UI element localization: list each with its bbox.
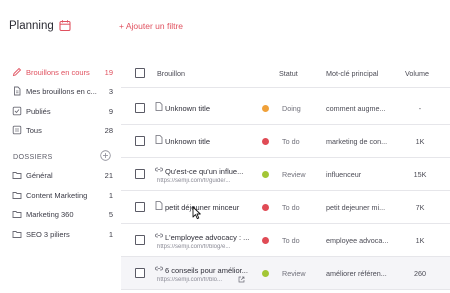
status-label: Review xyxy=(282,170,306,179)
table-row[interactable]: Unknown title To do marketing de con... … xyxy=(121,125,450,158)
row-checkbox[interactable] xyxy=(135,202,145,212)
volume-cell: - xyxy=(418,104,422,113)
sidebar-item-count: 3 xyxy=(108,86,113,96)
status-label: To do xyxy=(282,137,300,146)
draft-title[interactable]: 6 conseils pour amélior... xyxy=(165,266,257,275)
row-checkbox[interactable] xyxy=(135,235,145,245)
sidebar-folder-content-marketing[interactable]: Content Marketing 1 xyxy=(12,187,113,203)
folder-icon xyxy=(12,172,22,179)
sidebar-item-count: 1 xyxy=(108,229,113,239)
sidebar-item-count: 21 xyxy=(104,170,113,180)
status-label: Review xyxy=(282,269,306,278)
link-icon xyxy=(155,233,163,238)
sidebar-folder-seo-3-piliers[interactable]: SEO 3 piliers 1 xyxy=(12,226,113,242)
row-checkbox[interactable] xyxy=(135,169,145,179)
table-row[interactable]: Qu'est-ce qu'un influe... https://semji.… xyxy=(121,158,450,191)
status-dot xyxy=(262,105,269,112)
sidebar-item-all[interactable]: Tous 28 xyxy=(12,122,113,138)
calendar-icon[interactable] xyxy=(59,20,71,31)
column-header-title[interactable]: Brouillon xyxy=(157,69,185,78)
draft-title[interactable]: Unknown title xyxy=(165,137,257,146)
sidebar-item-label: Général xyxy=(26,170,53,180)
table-row[interactable]: 6 conseils pour amélior... https://semji… xyxy=(121,257,450,290)
sidebar-item-label: Brouillons en cours xyxy=(26,67,90,77)
volume-cell: 1K xyxy=(415,236,425,245)
sidebar-item-drafts-in-progress[interactable]: Brouillons en cours 19 xyxy=(12,64,113,80)
keyword-cell: petit dejeuner mi... xyxy=(326,203,386,212)
table-row[interactable]: L'employee advocacy : ... https://semji.… xyxy=(121,224,450,257)
row-checkbox[interactable] xyxy=(135,103,145,113)
row-checkbox[interactable] xyxy=(135,268,145,278)
external-link-icon[interactable] xyxy=(238,276,245,283)
sidebar-item-count: 28 xyxy=(104,125,113,135)
pencil-icon xyxy=(12,67,22,77)
volume-cell: 1K xyxy=(415,137,425,146)
sidebar-item-count: 5 xyxy=(108,209,113,219)
sidebar-item-label: Marketing 360 xyxy=(26,209,74,219)
select-all-checkbox[interactable] xyxy=(135,68,145,78)
draft-title[interactable]: L'employee advocacy : ... xyxy=(165,233,257,242)
folder-icon xyxy=(12,192,22,199)
column-header-keyword[interactable]: Mot-clé principal xyxy=(326,69,378,78)
sidebar-folder-general[interactable]: Général 21 xyxy=(12,167,113,183)
sidebar: Brouillons en cours 19 Mes brouillons en… xyxy=(0,50,120,293)
sidebar-item-my-drafts[interactable]: Mes brouillons en c... 3 xyxy=(12,83,113,99)
mouse-pointer-icon xyxy=(192,206,201,220)
status-dot xyxy=(262,237,269,244)
sidebar-item-label: Content Marketing xyxy=(26,190,88,200)
draft-url[interactable]: https://semji.com/fr/blo... xyxy=(157,277,235,283)
link-icon xyxy=(155,167,163,172)
volume-cell: 260 xyxy=(414,269,426,278)
keyword-cell: influenceur xyxy=(326,170,362,179)
sidebar-item-count: 9 xyxy=(108,106,113,116)
status-dot xyxy=(262,171,269,178)
status-dot xyxy=(262,270,269,277)
check-square-icon xyxy=(12,106,22,116)
column-header-status[interactable]: Statut xyxy=(279,69,298,78)
document-icon xyxy=(155,135,163,144)
document-icon xyxy=(155,201,163,210)
status-dot xyxy=(262,138,269,145)
sidebar-item-label: Mes brouillons en c... xyxy=(26,86,97,96)
draft-title[interactable]: Qu'est-ce qu'un influe... xyxy=(165,167,257,176)
folders-section-title: DOSSIERS xyxy=(13,152,53,161)
sidebar-item-count: 1 xyxy=(108,190,113,200)
add-filter-button[interactable]: + Ajouter un filtre xyxy=(119,21,183,31)
link-icon xyxy=(155,266,163,271)
status-label: To do xyxy=(282,203,300,212)
draft-url[interactable]: https://semji.com/fr/guide/... xyxy=(157,178,245,184)
keyword-cell: marketing de con... xyxy=(326,137,388,146)
row-checkbox[interactable] xyxy=(135,136,145,146)
add-folder-icon[interactable] xyxy=(100,150,111,161)
volume-cell: 15K xyxy=(413,170,427,179)
keyword-cell: améliorer référen... xyxy=(326,269,387,278)
sidebar-item-label: Publiés xyxy=(26,106,51,116)
status-label: To do xyxy=(282,236,300,245)
draft-url[interactable]: https://semji.com/fr/blog/e... xyxy=(157,244,245,250)
folder-icon xyxy=(12,231,22,238)
table-header: Brouillon Statut Mot-clé principal Volum… xyxy=(121,58,450,88)
page-header: Planning + Ajouter un filtre xyxy=(0,0,450,50)
sidebar-item-count: 19 xyxy=(104,67,113,77)
volume-cell: 7K xyxy=(415,203,425,212)
draft-title[interactable]: Unknown title xyxy=(165,104,257,113)
keyword-cell: employee advoca... xyxy=(326,236,389,245)
sidebar-folder-marketing-360[interactable]: Marketing 360 5 xyxy=(12,206,113,222)
status-label: Doing xyxy=(282,104,301,113)
draft-title[interactable]: petit déjeuner minceur xyxy=(165,203,257,212)
page-title: Planning xyxy=(9,20,54,32)
sidebar-item-published[interactable]: Publiés 9 xyxy=(12,103,113,119)
sidebar-item-label: Tous xyxy=(26,125,42,135)
column-header-volume[interactable]: Volume xyxy=(405,69,429,78)
keyword-cell: comment augme... xyxy=(326,104,386,113)
folder-icon xyxy=(12,211,22,218)
drafts-table: Brouillon Statut Mot-clé principal Volum… xyxy=(121,58,450,293)
document-icon xyxy=(155,102,163,111)
sidebar-item-label: SEO 3 piliers xyxy=(26,229,70,239)
document-icon xyxy=(14,86,21,96)
table-row[interactable]: Unknown title Doing comment augme... - xyxy=(121,92,450,125)
table-row[interactable]: petit déjeuner minceur To do petit dejeu… xyxy=(121,191,450,224)
list-icon xyxy=(12,125,22,135)
status-dot xyxy=(262,204,269,211)
